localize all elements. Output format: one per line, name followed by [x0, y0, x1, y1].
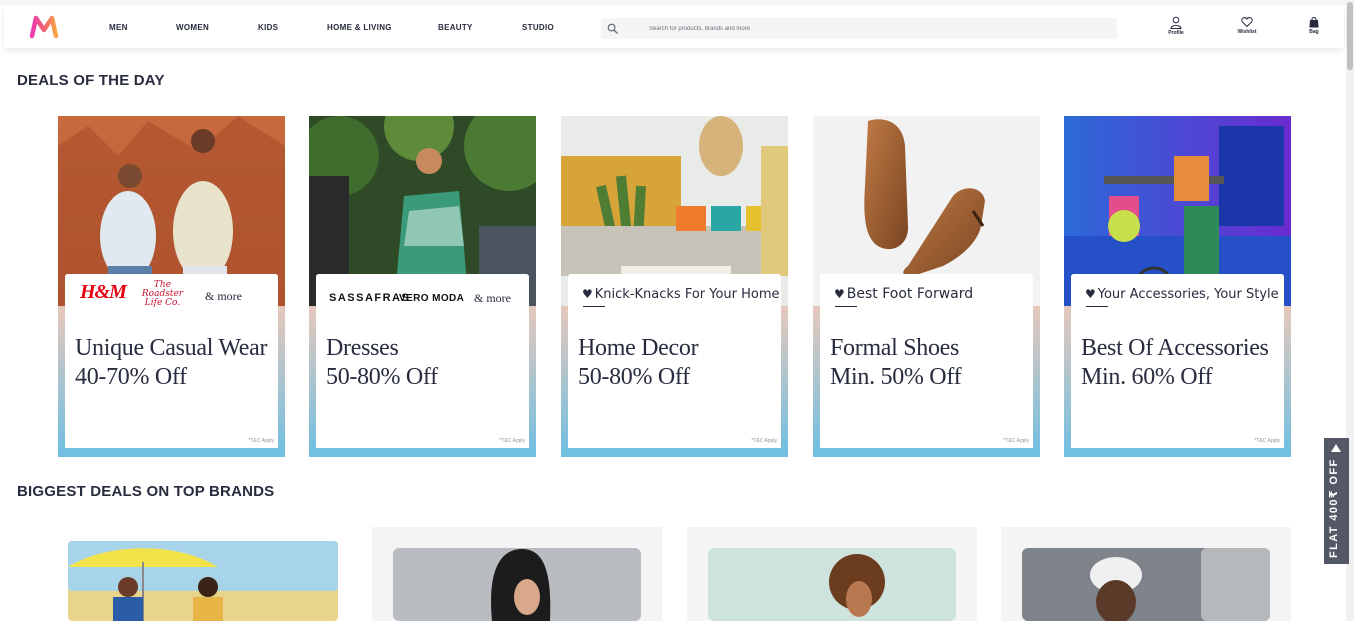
profile-icon	[1170, 16, 1182, 29]
nav-kids[interactable]: KIDS	[258, 23, 278, 32]
deal-card-dresses[interactable]: SASSAFRAS VERO MODA & more Dresses 50-80%…	[309, 116, 536, 457]
brands-more: & more	[205, 289, 242, 303]
deal-discount: 40-70% Off	[75, 364, 187, 390]
wishlist-label: Wishlist	[1237, 29, 1257, 35]
roadster-logo: The Roadster Life Co.	[141, 280, 184, 308]
tnc-note: *T&C Apply	[1254, 438, 1280, 444]
site-header: MEN WOMEN KIDS HOME & LIVING BEAUTY STUD…	[4, 6, 1344, 48]
tnc-note: *T&C Apply	[1003, 438, 1029, 444]
brand-card-casuals[interactable]	[687, 527, 977, 621]
deal-card-casual-wear[interactable]: H&M The Roadster Life Co. & more Unique …	[58, 116, 285, 457]
nav-home-living[interactable]: HOME & LIVING	[327, 23, 392, 32]
bag-icon	[1309, 17, 1319, 28]
deal-panel: ♥ Your Accessories, Your Style Best Of Ac…	[1071, 274, 1284, 448]
brand-strip: ♥ Your Accessories, Your Style	[1071, 274, 1284, 310]
tnc-note: *T&C Apply	[751, 438, 777, 444]
deal-title-line1: Dresses	[326, 335, 399, 361]
deal-tagline: ♥ Knick-Knacks For Your Home	[582, 287, 780, 302]
brand-image-womenswear	[393, 548, 641, 621]
brand-card-beachwear[interactable]	[58, 527, 348, 621]
brand-card-womenswear[interactable]	[372, 527, 662, 621]
nav-men[interactable]: MEN	[109, 23, 128, 32]
bag-button[interactable]: Bag	[1296, 16, 1332, 42]
deal-panel: H&M The Roadster Life Co. & more Unique …	[65, 274, 278, 448]
tnc-note: *T&C Apply	[248, 438, 274, 444]
profile-label: Profile	[1168, 30, 1184, 36]
arrow-left-icon	[1331, 444, 1341, 452]
deal-tagline: ♥ Best Foot Forward	[834, 286, 973, 302]
flat-offer-text: FLAT 400₹ OFF	[1328, 458, 1340, 558]
brand-image-beachwear	[68, 541, 338, 621]
deal-card-accessories[interactable]: ♥ Your Accessories, Your Style Best Of Ac…	[1064, 116, 1291, 457]
brand-strip: ♥ Knick-Knacks For Your Home	[568, 274, 781, 310]
tagline-text: Your Accessories, Your Style	[1097, 287, 1279, 302]
tagline-underline	[1086, 306, 1108, 307]
deal-panel: ♥ Knick-Knacks For Your Home Home Decor 50…	[568, 274, 781, 448]
deal-title: Home Decor 50-80% Off	[578, 334, 778, 392]
deal-discount: Min. 50% Off	[830, 364, 962, 390]
tnc-note: *T&C Apply	[499, 438, 525, 444]
brand-image-casuals	[708, 548, 956, 621]
heart-icon: ♥	[834, 287, 845, 301]
deal-discount: 50-80% Off	[326, 364, 438, 390]
deal-title: Best Of Accessories Min. 60% Off	[1081, 334, 1281, 392]
brands-more: & more	[474, 291, 511, 305]
tagline-text: Best Foot Forward	[846, 286, 974, 302]
biggest-deals-heading: BIGGEST DEALS ON TOP BRANDS	[17, 483, 275, 500]
search-bar[interactable]	[601, 18, 1117, 39]
deal-panel: ♥ Best Foot Forward Formal Shoes Min. 50% …	[820, 274, 1033, 448]
deal-discount: Min. 60% Off	[1081, 364, 1213, 390]
deal-discount: 50-80% Off	[578, 364, 690, 390]
deal-tagline: ♥ Your Accessories, Your Style	[1085, 287, 1279, 302]
flat-offer-tab[interactable]: FLAT 400₹ OFF	[1324, 438, 1349, 564]
deal-title-line1: Unique Casual Wear	[75, 335, 268, 361]
heart-icon: ♥	[582, 287, 593, 301]
deal-card-formal-shoes[interactable]: ♥ Best Foot Forward Formal Shoes Min. 50% …	[813, 116, 1040, 457]
brand-strip: SASSAFRAS VERO MODA & more	[316, 274, 529, 310]
nav-women[interactable]: WOMEN	[176, 23, 209, 32]
deal-title: Dresses 50-80% Off	[326, 334, 526, 392]
wishlist-heart-icon	[1241, 17, 1253, 28]
nav-beauty[interactable]: BEAUTY	[438, 23, 473, 32]
nav-studio[interactable]: STUDIO	[522, 23, 554, 32]
tagline-text: Knick-Knacks For Your Home	[594, 287, 780, 302]
search-input[interactable]	[649, 21, 1109, 36]
brand-image-menswear	[1022, 548, 1270, 621]
deal-title: Formal Shoes Min. 50% Off	[830, 334, 1030, 392]
deals-of-the-day-heading: DEALS OF THE DAY	[17, 72, 165, 89]
profile-button[interactable]: Profile	[1158, 16, 1194, 42]
deal-title-line1: Formal Shoes	[830, 335, 960, 361]
tagline-underline	[835, 306, 857, 307]
veromoda-logo: VERO MODA	[399, 293, 465, 304]
brand-strip: H&M The Roadster Life Co. & more	[65, 274, 278, 310]
deal-title: Unique Casual Wear 40-70% Off	[75, 334, 275, 392]
hm-logo: H&M	[80, 281, 127, 303]
deal-title-line1: Home Decor	[578, 335, 699, 361]
search-icon[interactable]	[607, 23, 618, 34]
wishlist-button[interactable]: Wishlist	[1229, 16, 1265, 42]
deal-card-home-decor[interactable]: ♥ Knick-Knacks For Your Home Home Decor 50…	[561, 116, 788, 457]
myntra-logo[interactable]	[29, 15, 59, 39]
brand-strip: ♥ Best Foot Forward	[820, 274, 1033, 310]
heart-icon: ♥	[1085, 287, 1096, 301]
deal-title-line1: Best Of Accessories	[1081, 335, 1269, 361]
deal-panel: SASSAFRAS VERO MODA & more Dresses 50-80%…	[316, 274, 529, 448]
tagline-underline	[583, 306, 605, 307]
top-border	[0, 0, 1354, 5]
scrollbar-thumb[interactable]	[1347, 2, 1353, 70]
bag-label: Bag	[1309, 29, 1319, 35]
brand-card-menswear[interactable]	[1001, 527, 1291, 621]
